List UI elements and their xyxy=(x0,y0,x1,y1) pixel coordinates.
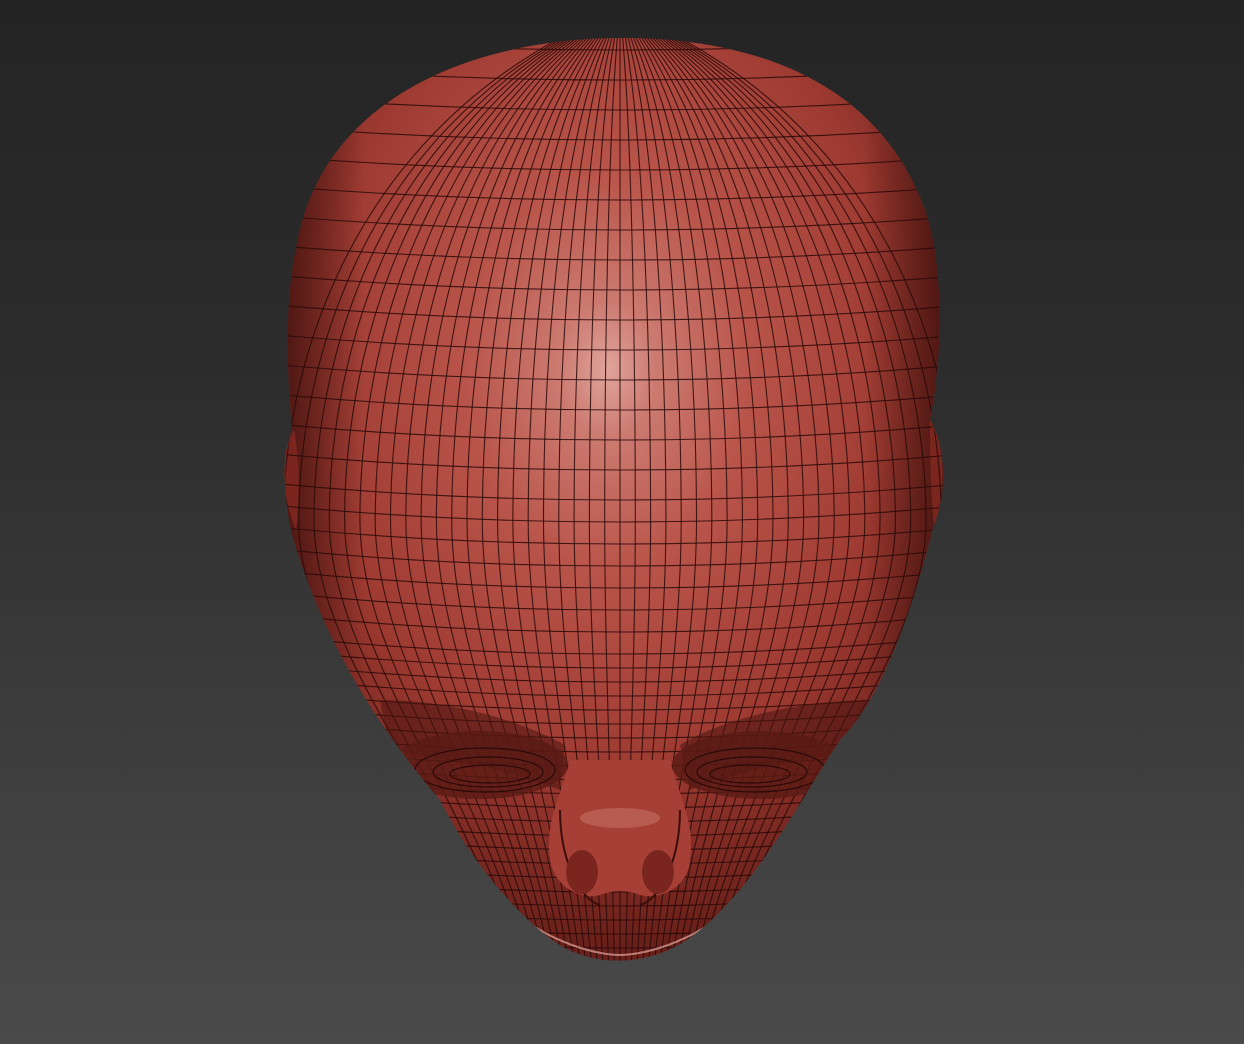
head-mesh-render[interactable] xyxy=(0,0,1244,1044)
right-eye-socket xyxy=(672,731,848,799)
head-mesh[interactable] xyxy=(250,36,990,981)
nose xyxy=(549,760,691,906)
left-eye-socket xyxy=(392,731,568,799)
3d-viewport[interactable] xyxy=(0,0,1244,1044)
